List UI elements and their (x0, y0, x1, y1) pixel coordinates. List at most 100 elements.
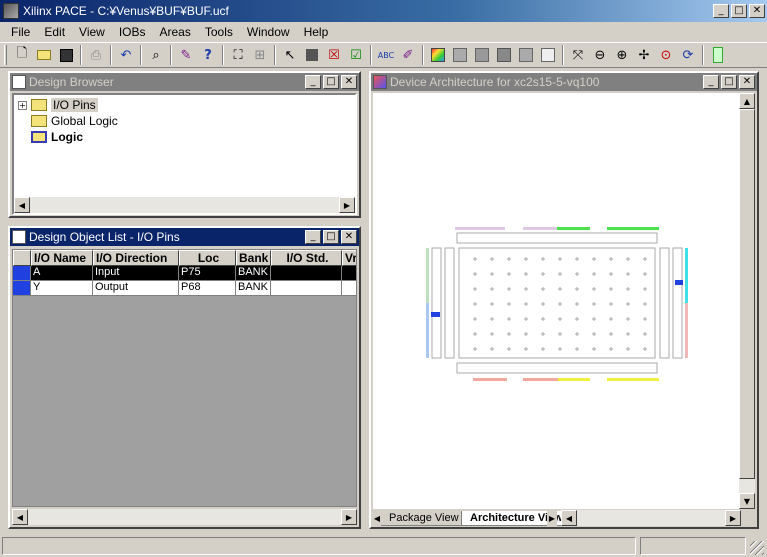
column-header-loc[interactable]: Loc (179, 250, 236, 266)
hscroll-right-button[interactable]: ▶ (725, 510, 741, 526)
column-header-io-name[interactable]: I/O Name (31, 250, 93, 266)
hscroll-left-button[interactable]: ◀ (561, 510, 577, 526)
menu-help[interactable]: Help (297, 25, 336, 39)
find-zoom-icon[interactable]: ⊙ (655, 44, 677, 66)
pointer-icon[interactable]: ↖ (279, 44, 301, 66)
tree-item-logic[interactable]: Logic (31, 129, 83, 145)
cell-io-name[interactable]: Y (31, 281, 93, 296)
find-icon[interactable]: ⌕ (145, 44, 167, 66)
scroll-left-button[interactable]: ◀ (14, 197, 30, 213)
tree-item-io-pins[interactable]: + I/O Pins (18, 97, 98, 113)
architecture-vscroll[interactable]: ▲ ▼ (739, 93, 755, 509)
scroll-right-button[interactable]: ▶ (339, 197, 355, 213)
table-row[interactable]: Y Output P68 BANK (13, 281, 356, 296)
gray-box3-icon[interactable] (515, 44, 537, 66)
scroll-down-button[interactable]: ▼ (739, 493, 755, 509)
design-tree-view[interactable]: + I/O Pins Global Logic Logic ◀ ▶ (12, 93, 357, 215)
design-browser-hscroll[interactable]: ◀ ▶ (14, 197, 355, 213)
tree-item-global-logic[interactable]: Global Logic (31, 113, 118, 129)
close-button[interactable]: ✕ (749, 4, 765, 18)
undo-icon[interactable]: ↶ (115, 44, 137, 66)
cell-io-direction[interactable]: Input (93, 266, 179, 281)
scroll-thumb[interactable] (30, 197, 339, 213)
white-box-icon[interactable] (537, 44, 559, 66)
zoom-full-icon[interactable]: ✢ (633, 44, 655, 66)
panel-maximize-button[interactable]: □ (323, 75, 339, 89)
panel-minimize-button[interactable]: _ (305, 230, 321, 244)
stop-icon[interactable] (301, 44, 323, 66)
wrench-icon[interactable]: ✎ (175, 44, 197, 66)
scroll-thumb[interactable] (739, 109, 755, 479)
panel-maximize-button[interactable]: □ (721, 75, 737, 89)
scroll-thumb[interactable] (28, 509, 341, 525)
new-file-icon[interactable]: 🗋 (11, 44, 33, 66)
device-architecture-title-bar[interactable]: Device Architecture for xc2s15-5-vq100 _… (371, 73, 757, 91)
xilinx-app-icon[interactable] (3, 3, 19, 19)
column-header-bank[interactable]: Bank (236, 250, 271, 266)
minimize-button[interactable]: _ (713, 4, 729, 18)
row-marker[interactable] (13, 281, 31, 296)
menu-areas[interactable]: Areas (153, 25, 198, 39)
panel-close-button[interactable]: ✕ (341, 75, 357, 89)
abc-icon[interactable]: ABC (375, 44, 397, 66)
cell-loc[interactable]: P75 (179, 266, 236, 281)
panel-close-button[interactable]: ✕ (739, 75, 755, 89)
cell-io-std[interactable] (271, 281, 342, 296)
toolbar-grip[interactable] (4, 45, 7, 65)
scroll-up-button[interactable]: ▲ (739, 93, 755, 109)
zoom-out-icon[interactable]: ⊖ (589, 44, 611, 66)
cancel-icon[interactable]: ☒ (323, 44, 345, 66)
save-icon[interactable] (55, 44, 77, 66)
cell-bank[interactable]: BANK (236, 266, 271, 281)
cell-io-std[interactable] (271, 266, 342, 281)
gray-box2-icon[interactable] (493, 44, 515, 66)
cell-io-direction[interactable]: Output (93, 281, 179, 296)
column-header-io-direction[interactable]: I/O Direction (93, 250, 179, 266)
pen-icon[interactable]: ✐ (397, 44, 419, 66)
tab-scroll-left-button[interactable]: ◀ (373, 510, 381, 526)
maximize-button[interactable]: □ (731, 4, 747, 18)
gray-box-icon[interactable] (471, 44, 493, 66)
menu-iobs[interactable]: IOBs (112, 25, 153, 39)
panel-maximize-button[interactable]: □ (323, 230, 339, 244)
zoom-area-icon[interactable]: ⛶ (227, 44, 249, 66)
menu-edit[interactable]: Edit (37, 25, 72, 39)
pattern-icon[interactable] (449, 44, 471, 66)
zoom-fit-icon[interactable]: ⤧ (567, 44, 589, 66)
column-header-vr[interactable]: Vr (342, 250, 356, 266)
cell-io-name[interactable]: A (31, 266, 93, 281)
resize-grip-icon[interactable] (750, 541, 764, 555)
menu-tools[interactable]: Tools (198, 25, 240, 39)
check-icon[interactable]: ☑ (345, 44, 367, 66)
cell-vr[interactable] (342, 266, 356, 281)
color-palette-icon[interactable] (427, 44, 449, 66)
cell-loc[interactable]: P68 (179, 281, 236, 296)
toolbar-overflow-button[interactable] (707, 44, 729, 66)
open-folder-icon[interactable] (33, 44, 55, 66)
scroll-right-button[interactable]: ▶ (341, 509, 357, 525)
select-area-icon[interactable]: ⊞ (249, 44, 271, 66)
help-pointer-icon[interactable]: ? (197, 44, 219, 66)
design-browser-title-bar[interactable]: Design Browser _ □ ✕ (10, 73, 359, 91)
object-list-title-bar[interactable]: Design Object List - I/O Pins _ □ ✕ (10, 228, 359, 246)
column-header-io-std[interactable]: I/O Std. (271, 250, 342, 266)
object-list-table[interactable]: I/O Name I/O Direction Loc Bank I/O Std.… (12, 249, 357, 507)
tab-scroll-right-button[interactable]: ▶ (547, 510, 557, 526)
object-list-hscroll[interactable]: ◀ ▶ (12, 509, 357, 525)
menu-file[interactable]: File (4, 25, 37, 39)
print-icon[interactable]: ⎙ (85, 44, 107, 66)
menu-view[interactable]: View (72, 25, 112, 39)
scroll-left-button[interactable]: ◀ (12, 509, 28, 525)
architecture-canvas[interactable] (373, 93, 739, 509)
tab-package-view[interactable]: Package View (381, 511, 467, 526)
hscroll-track[interactable] (577, 510, 725, 526)
panel-minimize-button[interactable]: _ (305, 75, 321, 89)
panel-minimize-button[interactable]: _ (703, 75, 719, 89)
cell-vr[interactable] (342, 281, 356, 296)
zoom-in-icon[interactable]: ⊕ (611, 44, 633, 66)
table-row[interactable]: A Input P75 BANK (13, 266, 356, 281)
expand-plus-icon[interactable]: + (18, 100, 27, 110)
refresh-icon[interactable]: ⟳ (677, 44, 699, 66)
row-marker[interactable] (13, 266, 31, 281)
panel-close-button[interactable]: ✕ (341, 230, 357, 244)
